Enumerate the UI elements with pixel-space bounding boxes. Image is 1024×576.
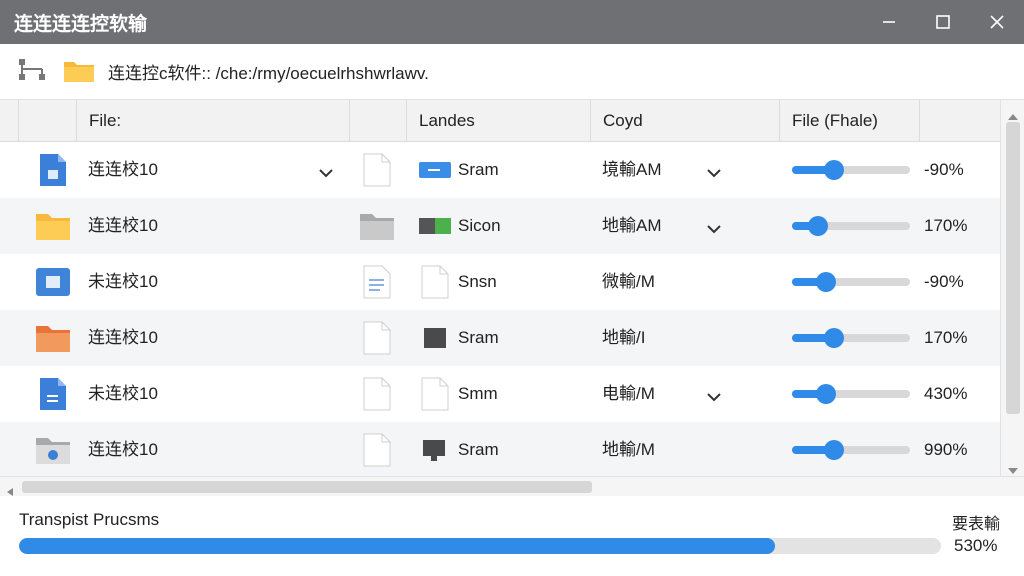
code-value: 地輸/M — [602, 440, 655, 459]
landes-value: Sicon — [458, 216, 501, 235]
folder-orange-icon — [34, 322, 72, 358]
code-value: 微輸/M — [602, 272, 655, 291]
blank-doc-icon — [362, 432, 392, 472]
file-table: File: Landes Coyd File (Fhale) 连连校10 Sra… — [0, 100, 1000, 476]
doc-box-icon — [34, 266, 72, 302]
chevron-down-icon[interactable] — [706, 164, 722, 183]
progress-slider[interactable] — [792, 440, 910, 460]
progress-slider[interactable] — [792, 272, 910, 292]
status-label: Transpist Prucsms — [19, 510, 160, 529]
blue-chip-icon — [418, 161, 452, 183]
progress-slider[interactable] — [792, 216, 910, 236]
dual-chip-icon — [418, 217, 452, 239]
percent-value: -90% — [924, 160, 964, 179]
column-header-select[interactable] — [18, 100, 76, 142]
code-value: 电輸/M — [602, 384, 655, 403]
vertical-scroll-thumb[interactable] — [1006, 122, 1020, 414]
folder-yellow-icon — [34, 210, 72, 246]
table-row[interactable]: 连连校10 Sram 地輸/M 990% — [0, 422, 1000, 476]
code-value: 地輸AM — [602, 216, 662, 235]
slider-knob[interactable] — [816, 272, 837, 292]
table-header: File: Landes Coyd File (Fhale) — [0, 100, 1000, 142]
file-name: 未连校10 — [88, 272, 158, 291]
table-row[interactable]: 连连校10 Sram 地輸/I 170% — [0, 310, 1000, 366]
blank-doc-icon — [362, 152, 392, 192]
column-header-landes[interactable]: Landes — [406, 100, 590, 142]
chevron-down-icon[interactable] — [706, 220, 722, 239]
progress-slider[interactable] — [792, 160, 910, 180]
chevron-down-icon[interactable] — [706, 388, 722, 407]
blank-doc-icon — [362, 320, 392, 360]
close-icon — [990, 15, 1004, 29]
table-row[interactable]: 连连校10 Sram 境輸AM -90% — [0, 142, 1000, 198]
column-header-type[interactable] — [349, 100, 406, 142]
network-icon[interactable] — [18, 57, 48, 87]
landes-value: Smm — [458, 384, 498, 403]
overall-progress-bar — [19, 538, 941, 554]
doc-blue-icon — [38, 152, 68, 192]
blank-doc-icon — [420, 264, 450, 304]
column-header-file[interactable]: File: — [76, 100, 349, 142]
minimize-button[interactable] — [862, 0, 916, 44]
maximize-button[interactable] — [916, 0, 970, 44]
slider-knob[interactable] — [807, 216, 828, 236]
slider-knob[interactable] — [824, 440, 845, 460]
doc-blue-s-icon — [38, 376, 68, 416]
percent-value: -90% — [924, 272, 964, 291]
file-name: 连连校10 — [88, 440, 158, 459]
column-header-file-fhale[interactable]: File (Fhale) — [779, 100, 919, 142]
file-name: 连连校10 — [88, 328, 158, 347]
vertical-scrollbar[interactable] — [1000, 100, 1024, 476]
table-row[interactable]: 未连校10 Smm 电輸/M 430% — [0, 366, 1000, 422]
table-row[interactable]: 未连校10 Snsn 微輸/M -90% — [0, 254, 1000, 310]
lines-doc-icon — [362, 264, 392, 304]
folder-gray-icon — [358, 210, 396, 246]
minimize-icon — [883, 21, 895, 23]
horizontal-scrollbar[interactable] — [0, 476, 1024, 496]
percent-value: 170% — [924, 328, 968, 347]
percent-value: 990% — [924, 440, 968, 459]
close-button[interactable] — [970, 0, 1024, 44]
table-row[interactable]: 连连校10 Sicon 地輸AM 170% — [0, 198, 1000, 254]
horizontal-scroll-thumb[interactable] — [22, 481, 592, 493]
slider-knob[interactable] — [824, 328, 845, 348]
status-right-label: 要表輸 — [952, 514, 1001, 533]
progress-slider[interactable] — [792, 328, 910, 348]
window-title: 连连连连控软输 — [14, 12, 148, 35]
chevron-down-icon[interactable] — [318, 164, 334, 183]
code-value: 境輸AM — [602, 160, 662, 179]
code-value: 地輸/I — [602, 328, 646, 347]
blank-doc-icon — [362, 376, 392, 416]
file-name: 连连校10 — [88, 216, 158, 235]
title-bar: 连连连连控软输 — [0, 0, 1024, 44]
folder-icon — [62, 56, 96, 88]
percent-value: 430% — [924, 384, 968, 403]
progress-percent: 530% — [954, 536, 998, 555]
column-header-coyd[interactable]: Coyd — [590, 100, 779, 142]
monitor-icon — [420, 438, 448, 468]
file-name: 未连校10 — [88, 384, 158, 403]
landes-value: Sram — [458, 328, 499, 347]
overall-progress-fill — [19, 538, 776, 554]
blank-doc-icon — [420, 376, 450, 416]
percent-value: 170% — [924, 216, 968, 235]
landes-value: Sram — [458, 440, 499, 459]
landes-value: Sram — [458, 160, 499, 179]
maximize-icon — [936, 15, 950, 29]
progress-slider[interactable] — [792, 384, 910, 404]
gray-square-icon — [422, 326, 448, 354]
status-footer: Transpist Prucsms 要表輸 530% — [0, 496, 1024, 576]
slider-knob[interactable] — [816, 384, 837, 404]
folder-gray-icon — [34, 434, 72, 470]
file-name: 连连校10 — [88, 160, 158, 179]
slider-knob[interactable] — [824, 160, 845, 180]
path-bar: 连连控c软件:: /che:/rmy/oecuelrhshwrlawv. — [0, 44, 1024, 100]
column-header-extra — [919, 100, 1000, 142]
landes-value: Snsn — [458, 272, 497, 291]
path-text[interactable]: 连连控c软件:: /che:/rmy/oecuelrhshwrlawv. — [108, 59, 429, 84]
